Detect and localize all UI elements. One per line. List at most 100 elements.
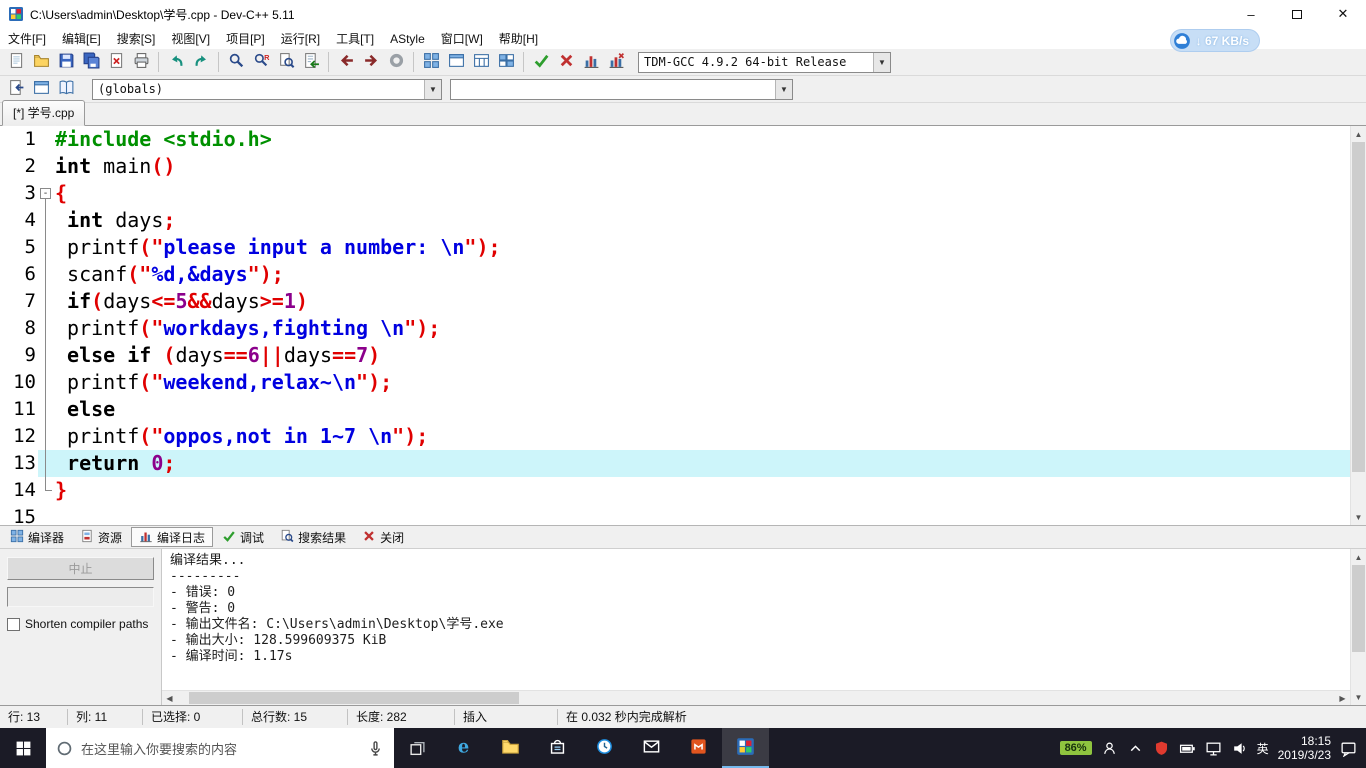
- code-line[interactable]: 10 printf("weekend,relax~\n");: [0, 369, 1350, 396]
- undo-button[interactable]: [164, 50, 188, 74]
- close-file-button[interactable]: [104, 50, 128, 74]
- editor-vertical-scrollbar[interactable]: ▲ ▼: [1350, 126, 1366, 525]
- code-line[interactable]: 14}: [0, 477, 1350, 504]
- scroll-thumb[interactable]: [1352, 142, 1365, 473]
- close-button[interactable]: ✕: [1320, 0, 1366, 28]
- network-speed-badge[interactable]: ↓ 67 KB/s: [1169, 29, 1260, 52]
- scroll-down-icon[interactable]: ▼: [1351, 509, 1366, 525]
- start-button[interactable]: [0, 728, 46, 768]
- report-window-button[interactable]: [444, 50, 468, 74]
- shorten-paths-option[interactable]: Shorten compiler paths: [7, 617, 154, 631]
- fold-marker[interactable]: -: [38, 180, 55, 207]
- open-button[interactable]: [29, 50, 53, 74]
- code-line[interactable]: 5 printf("please input a number: \n");: [0, 234, 1350, 261]
- chevron-down-icon[interactable]: ▼: [424, 79, 441, 99]
- globals-combobox[interactable]: (globals) ▼: [92, 78, 442, 100]
- code-line[interactable]: 13 return 0;: [0, 450, 1350, 477]
- code-line[interactable]: 3-{: [0, 180, 1350, 207]
- action-center-icon[interactable]: [1340, 740, 1357, 757]
- battery-icon[interactable]: [1179, 740, 1196, 757]
- menu-search[interactable]: 搜索[S]: [109, 28, 164, 49]
- menu-help[interactable]: 帮助[H]: [491, 28, 546, 49]
- language-indicator[interactable]: 英: [1257, 740, 1269, 757]
- taskbar-app-edge[interactable]: e: [440, 728, 487, 768]
- taskbar-app-store[interactable]: [534, 728, 581, 768]
- panel-tab-close[interactable]: 关闭: [355, 527, 411, 547]
- code-line[interactable]: 12 printf("oppos,not in 1~7 \n");: [0, 423, 1350, 450]
- delete-profile-button[interactable]: [604, 50, 628, 74]
- people-icon[interactable]: [1101, 740, 1118, 757]
- back-button[interactable]: [334, 50, 358, 74]
- abort-compile-button[interactable]: [384, 50, 408, 74]
- compile-log-text[interactable]: 编译结果... --------- - 错误: 0- 警告: 0- 输出文件名: C…: [162, 549, 1350, 690]
- taskbar-app-clock-app[interactable]: [581, 728, 628, 768]
- taskbar-app-orange-app[interactable]: [675, 728, 722, 768]
- clear-button[interactable]: [554, 50, 578, 74]
- goto-line-button[interactable]: [299, 50, 323, 74]
- members-combobox[interactable]: ▼: [450, 78, 793, 100]
- redo-button[interactable]: [189, 50, 213, 74]
- forward-button[interactable]: [359, 50, 383, 74]
- taskbar-search[interactable]: 在这里输入你要搜索的内容: [46, 728, 394, 768]
- panel-tab-resources[interactable]: 资源: [73, 527, 129, 547]
- code-line[interactable]: 1 #include <stdio.h>: [0, 126, 1350, 153]
- network-icon[interactable]: [1205, 740, 1222, 757]
- compiler-combobox[interactable]: TDM-GCC 4.9.2 64-bit Release ▼: [638, 51, 891, 73]
- menu-window[interactable]: 窗口[W]: [433, 28, 491, 49]
- panel-tab-debug[interactable]: 调试: [215, 527, 271, 547]
- abort-button[interactable]: 中止: [7, 557, 154, 580]
- code-line[interactable]: 2 int main(): [0, 153, 1350, 180]
- antivirus-icon[interactable]: [1153, 740, 1170, 757]
- shorten-paths-checkbox[interactable]: [7, 617, 20, 631]
- menu-run[interactable]: 运行[R]: [273, 28, 328, 49]
- scroll-thumb[interactable]: [189, 692, 519, 704]
- project-manager-button[interactable]: [419, 50, 443, 74]
- syntax-check-button[interactable]: [529, 50, 553, 74]
- class-browser-button[interactable]: [469, 50, 493, 74]
- floating-windows-button[interactable]: [494, 50, 518, 74]
- code-line[interactable]: 11 else: [0, 396, 1350, 423]
- taskbar-app-file-explorer[interactable]: [487, 728, 534, 768]
- code-area[interactable]: 1 #include <stdio.h> 2 int main() 3-{4 int d…: [0, 126, 1350, 525]
- replace-button[interactable]: R: [249, 50, 273, 74]
- find-in-files-button[interactable]: [274, 50, 298, 74]
- taskbar-app-dev-cpp[interactable]: [722, 728, 769, 768]
- bookmark-button[interactable]: [54, 77, 78, 101]
- task-view-button[interactable]: [394, 728, 440, 768]
- log-vertical-scrollbar[interactable]: ▲ ▼: [1350, 549, 1366, 705]
- fold-collapse-icon[interactable]: -: [40, 188, 51, 199]
- menu-astyle[interactable]: AStyle: [382, 28, 433, 49]
- code-line[interactable]: 15: [0, 504, 1350, 525]
- code-line[interactable]: 8 printf("workdays,fighting \n");: [0, 315, 1350, 342]
- panel-tab-compile-log[interactable]: 编译日志: [131, 527, 214, 547]
- chevron-down-icon[interactable]: ▼: [873, 52, 890, 72]
- taskbar-app-mail[interactable]: [628, 728, 675, 768]
- code-line[interactable]: 4 int days;: [0, 207, 1350, 234]
- maximize-button[interactable]: [1274, 0, 1320, 28]
- tray-expand-icon[interactable]: [1127, 740, 1144, 757]
- chevron-down-icon[interactable]: ▼: [775, 79, 792, 99]
- menu-edit[interactable]: 编辑[E]: [54, 28, 109, 49]
- code-line[interactable]: 9 else if (days==6||days==7): [0, 342, 1350, 369]
- scroll-left-icon[interactable]: ◀: [162, 691, 177, 706]
- menu-project[interactable]: 项目[P]: [218, 28, 273, 49]
- scroll-up-icon[interactable]: ▲: [1351, 549, 1366, 565]
- scroll-track[interactable]: [1351, 142, 1366, 509]
- volume-icon[interactable]: [1231, 740, 1248, 757]
- document-window-button[interactable]: [29, 77, 53, 101]
- jump-back-button[interactable]: [4, 77, 28, 101]
- mic-icon[interactable]: [367, 740, 384, 757]
- print-button[interactable]: [129, 50, 153, 74]
- battery-percent-badge[interactable]: 86%: [1059, 741, 1092, 755]
- scroll-track[interactable]: [1351, 565, 1366, 689]
- find-button[interactable]: [224, 50, 248, 74]
- code-line[interactable]: 7 if(days<=5&&days>=1): [0, 288, 1350, 315]
- scroll-track[interactable]: [177, 691, 1335, 705]
- scroll-right-icon[interactable]: ▶: [1335, 691, 1350, 706]
- save-all-button[interactable]: [79, 50, 103, 74]
- panel-tab-compiler[interactable]: 编译器: [3, 527, 71, 547]
- scroll-down-icon[interactable]: ▼: [1351, 689, 1366, 705]
- profile-analysis-button[interactable]: [579, 50, 603, 74]
- code-line[interactable]: 6 scanf("%d,&days");: [0, 261, 1350, 288]
- save-button[interactable]: [54, 50, 78, 74]
